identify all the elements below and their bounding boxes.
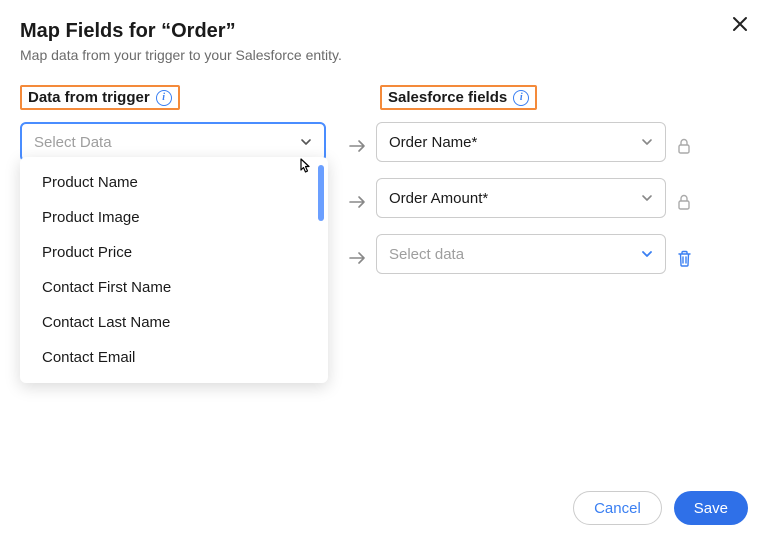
dropdown-option[interactable]: Contact Last Name <box>20 305 328 340</box>
dropdown-option[interactable]: Product Image <box>20 200 328 235</box>
arrow-right-icon <box>340 195 376 209</box>
cancel-button[interactable]: Cancel <box>573 491 662 525</box>
salesforce-field-value: Order Amount* <box>389 190 488 207</box>
salesforce-field-select[interactable]: Select data <box>376 234 666 274</box>
dropdown-option[interactable]: Contact First Name <box>20 270 328 305</box>
dropdown-option[interactable]: Contact Email <box>20 340 328 375</box>
trigger-data-select[interactable]: Select Data <box>20 122 326 162</box>
close-icon <box>732 16 748 32</box>
chevron-down-icon <box>641 248 653 260</box>
salesforce-fields-label: Salesforce fields <box>388 89 507 106</box>
chevron-down-icon <box>641 136 653 148</box>
trash-icon <box>677 250 692 267</box>
arrow-right-icon <box>340 139 376 153</box>
trigger-data-placeholder: Select Data <box>34 134 112 151</box>
info-icon[interactable]: i <box>156 90 172 106</box>
page-title: Map Fields for “Order” <box>20 20 748 43</box>
salesforce-field-placeholder: Select data <box>389 246 464 263</box>
save-button[interactable]: Save <box>674 491 748 525</box>
page-subtitle: Map data from your trigger to your Sales… <box>20 47 748 63</box>
delete-row-button[interactable] <box>666 250 702 267</box>
data-from-trigger-header: Data from trigger i <box>20 85 180 110</box>
close-button[interactable] <box>732 16 748 32</box>
data-from-trigger-label: Data from trigger <box>28 89 150 106</box>
arrow-right-icon <box>340 251 376 265</box>
dropdown-option[interactable]: Product Name <box>20 165 328 200</box>
dropdown-scrollbar[interactable] <box>318 165 324 221</box>
salesforce-fields-header: Salesforce fields i <box>380 85 537 110</box>
info-icon[interactable]: i <box>513 90 529 106</box>
salesforce-field-select[interactable]: Order Name* <box>376 122 666 162</box>
lock-icon <box>666 138 702 154</box>
mapping-row: Select data <box>380 234 748 282</box>
mapping-row: Order Amount* <box>380 178 748 226</box>
lock-icon <box>666 194 702 210</box>
chevron-down-icon <box>641 192 653 204</box>
salesforce-field-value: Order Name* <box>389 134 477 151</box>
salesforce-field-select[interactable]: Order Amount* <box>376 178 666 218</box>
dropdown-option[interactable]: Product Price <box>20 235 328 270</box>
chevron-down-icon <box>300 136 312 148</box>
trigger-data-dropdown: Product Name Product Image Product Price… <box>20 157 328 383</box>
mapping-row: Order Name* <box>380 122 748 170</box>
